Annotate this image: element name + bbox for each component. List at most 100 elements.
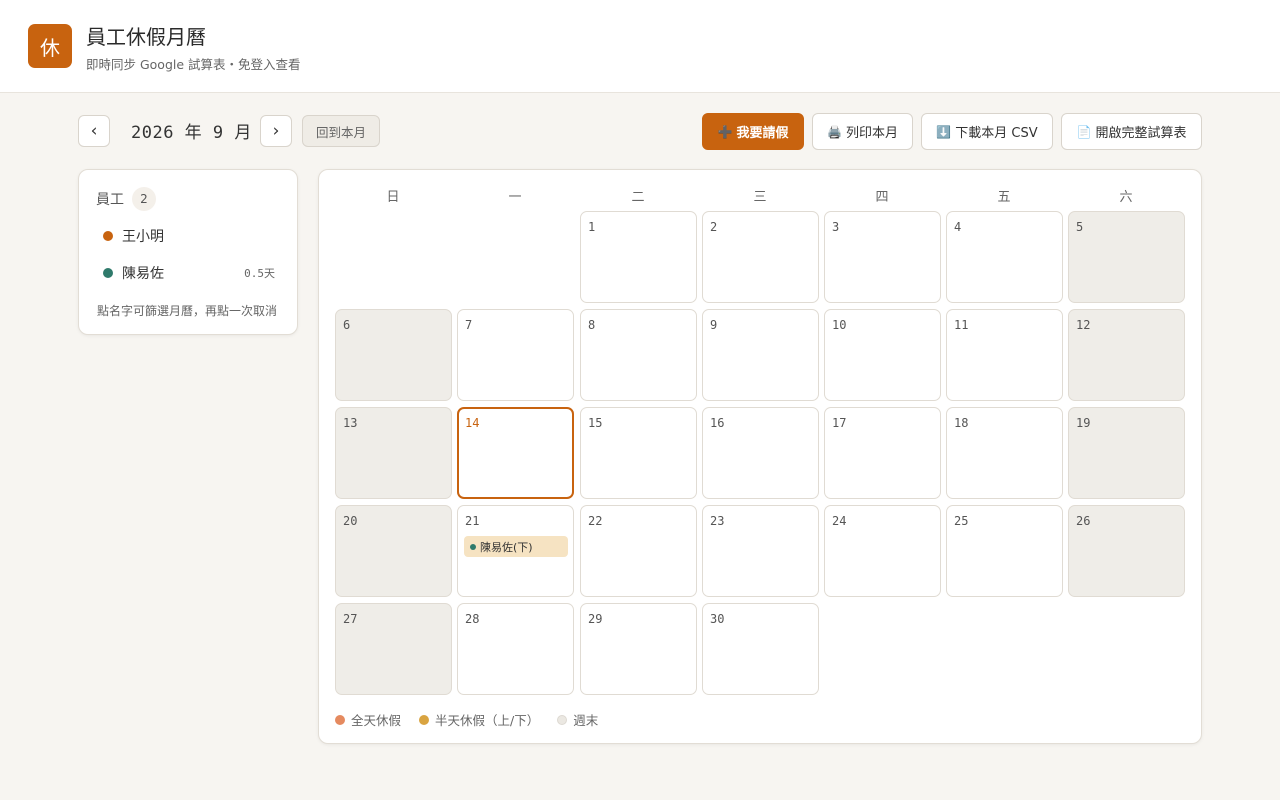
document-icon: 📄	[1076, 124, 1092, 139]
weekday-label: 六	[1119, 190, 1133, 205]
day-number: 29	[588, 612, 603, 626]
day-number: 2	[710, 220, 718, 234]
calendar-day-cell[interactable]: 12	[1068, 309, 1185, 401]
day-number: 7	[465, 318, 473, 332]
calendar-day-cell[interactable]: 29	[580, 603, 697, 695]
calendar-day-cell[interactable]: 23	[702, 505, 819, 597]
calendar-day-cell[interactable]: 14	[457, 407, 574, 499]
calendar-day-cell[interactable]: 19	[1068, 407, 1185, 499]
day-number: 27	[343, 612, 358, 626]
calendar-day-cell[interactable]: 5	[1068, 211, 1185, 303]
calendar-day-cell[interactable]: 15	[580, 407, 697, 499]
calendar-day-cell[interactable]: 28	[457, 603, 574, 695]
day-number: 15	[588, 416, 603, 430]
employee-panel-title: 員工	[96, 192, 124, 208]
print-month-button[interactable]: 🖨️ 列印本月	[812, 113, 913, 150]
calendar-day-cell[interactable]: 30	[702, 603, 819, 695]
calendar-day-cell[interactable]: 11	[946, 309, 1063, 401]
legend-dot	[419, 714, 430, 725]
employee-panel: 員工 2 王小明 陳易佐 0.5天 點名字可篩選月曆，再點一次取消	[78, 169, 298, 335]
legend-label: 週末	[573, 713, 599, 728]
printer-icon: 🖨️	[827, 124, 842, 139]
open-spreadsheet-button[interactable]: 📄 開啟完整試算表	[1061, 113, 1202, 150]
chevron-right-icon: ›	[272, 121, 280, 141]
download-csv-button[interactable]: ⬇️ 下載本月 CSV	[921, 113, 1053, 150]
legend-item-weekend: 週末	[557, 710, 598, 729]
legend-dot	[557, 714, 568, 725]
plus-icon: ➕	[717, 124, 733, 139]
employee-item[interactable]: 陳易佐 0.5天	[103, 262, 275, 284]
calendar-day-cell[interactable]: 20	[335, 505, 452, 597]
calendar-day-cell[interactable]: 1	[580, 211, 697, 303]
download-icon: ⬇️	[936, 124, 952, 139]
chevron-left-icon: ‹	[90, 121, 98, 141]
day-number: 30	[710, 612, 725, 626]
prev-month-button[interactable]: ‹	[78, 115, 110, 147]
weekday-label: 一	[508, 190, 522, 205]
day-number: 5	[1076, 220, 1084, 234]
calendar-day-cell[interactable]: 16	[702, 407, 819, 499]
employee-name: 陳易佐	[122, 266, 164, 282]
filter-hint: 點名字可篩選月曆，再點一次取消	[97, 304, 278, 318]
app-logo: 休	[28, 24, 72, 68]
day-number: 12	[1076, 318, 1091, 332]
weekday-label: 五	[997, 190, 1011, 205]
request-leave-label: 我要請假	[736, 126, 789, 141]
day-number: 18	[954, 416, 969, 430]
weekday-label: 日	[386, 190, 400, 205]
day-number: 14	[465, 416, 480, 430]
employee-leave-days: 0.5天	[244, 267, 275, 280]
download-csv-label: 下載本月 CSV	[955, 126, 1038, 141]
calendar-day-cell[interactable]: 27	[335, 603, 452, 695]
calendar-day-cell[interactable]: 25	[946, 505, 1063, 597]
calendar-day-cell[interactable]: 21 陳易佐(下)	[457, 505, 574, 597]
employee-color-dot	[470, 543, 476, 550]
leave-entry-chip[interactable]: 陳易佐(下)	[464, 536, 568, 557]
app-subtitle: 即時同步 Google 試算表・免登入查看	[86, 57, 301, 72]
print-month-label: 列印本月	[845, 126, 898, 141]
calendar-legend: 全天休假 半天休假（上/下） 週末	[335, 710, 616, 729]
calendar-day-cell[interactable]: 18	[946, 407, 1063, 499]
calendar-day-cell[interactable]: 17	[824, 407, 941, 499]
day-number: 17	[832, 416, 847, 430]
app-title: 員工休假月曆	[86, 25, 206, 49]
day-number: 28	[465, 612, 480, 626]
calendar-day-cell[interactable]: 2	[702, 211, 819, 303]
calendar-day-cell[interactable]: 3	[824, 211, 941, 303]
day-number: 24	[832, 514, 847, 528]
day-number: 4	[954, 220, 962, 234]
app-header: 休 員工休假月曆 即時同步 Google 試算表・免登入查看	[0, 0, 1280, 93]
current-month-label: 2026 年 9 月	[131, 123, 252, 143]
next-month-button[interactable]: ›	[260, 115, 292, 147]
day-number: 10	[832, 318, 847, 332]
day-number: 19	[1076, 416, 1091, 430]
calendar-day-cell[interactable]: 7	[457, 309, 574, 401]
day-number: 22	[588, 514, 603, 528]
calendar-day-cell[interactable]: 22	[580, 505, 697, 597]
employee-count-badge: 2	[132, 187, 156, 211]
day-number: 6	[343, 318, 351, 332]
calendar-day-cell[interactable]: 13	[335, 407, 452, 499]
calendar-day-cell[interactable]: 8	[580, 309, 697, 401]
day-number: 21	[465, 514, 480, 528]
legend-label: 全天休假	[351, 713, 402, 728]
calendar-day-cell[interactable]: 4	[946, 211, 1063, 303]
calendar-day-cell[interactable]: 9	[702, 309, 819, 401]
calendar-day-cell[interactable]: 6	[335, 309, 452, 401]
legend-item-half-day: 半天休假（上/下）	[419, 710, 539, 729]
day-number: 23	[710, 514, 725, 528]
day-number: 11	[954, 318, 969, 332]
calendar-day-cell[interactable]: 10	[824, 309, 941, 401]
day-number: 8	[588, 318, 596, 332]
employee-color-dot	[103, 231, 113, 241]
day-number: 20	[343, 514, 358, 528]
legend-item-full-day: 全天休假	[335, 710, 401, 729]
day-number: 13	[343, 416, 358, 430]
calendar-day-cell[interactable]: 24	[824, 505, 941, 597]
calendar-day-cell[interactable]: 26	[1068, 505, 1185, 597]
employee-item[interactable]: 王小明	[103, 225, 275, 247]
back-to-current-month-button[interactable]: 回到本月	[302, 115, 380, 147]
day-number: 3	[832, 220, 840, 234]
request-leave-button[interactable]: ➕ 我要請假	[702, 113, 804, 150]
employee-panel-header: 員工 2	[96, 187, 156, 211]
